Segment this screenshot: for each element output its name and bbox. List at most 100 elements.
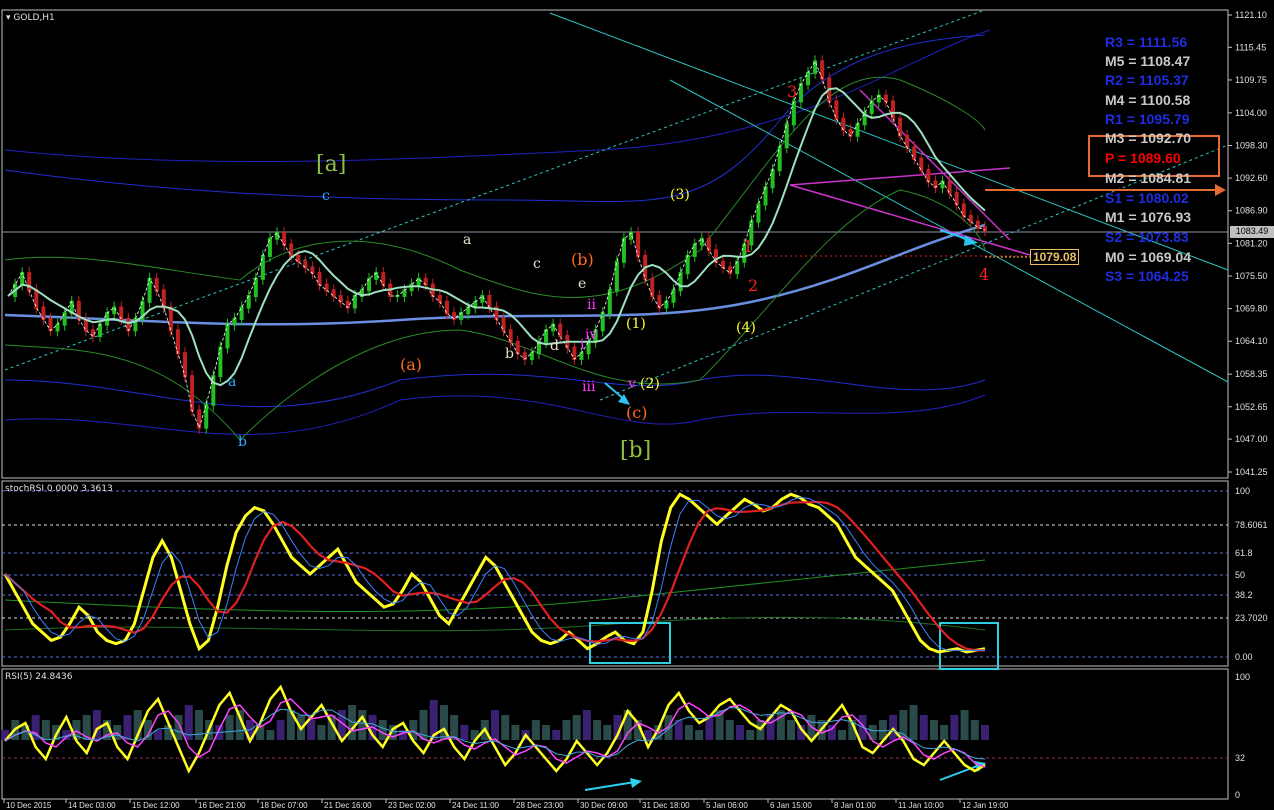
- rsi-histogram-bar: [460, 725, 469, 740]
- time-tick-label: 21 Dec 16:00: [324, 801, 372, 810]
- rsi-histogram-bar: [593, 720, 602, 740]
- time-tick-label: 18 Dec 07:00: [260, 801, 308, 810]
- price-tick-label: 1086.90: [1235, 206, 1268, 216]
- symbol-label: GOLD,H1: [13, 13, 55, 23]
- pivot-level-m5: M5 = 1108.47: [1105, 53, 1191, 69]
- rsi-histogram-bar: [684, 725, 693, 740]
- price-tick-label: 1098.30: [1235, 140, 1268, 150]
- rsi-title: RSI(5) 24.8436: [5, 672, 73, 682]
- rsi-histogram-bar: [950, 715, 959, 740]
- pivot-level-r3: R3 = 1111.56: [1105, 34, 1188, 50]
- time-tick-label: 12 Jan 19:00: [962, 801, 1009, 810]
- price-tick-label: 1064.10: [1235, 336, 1268, 346]
- wave-label: (a): [400, 355, 423, 374]
- wave-label: (3): [670, 187, 690, 203]
- price-tick-label: 1104.00: [1235, 108, 1267, 118]
- rsi-histogram-bar: [603, 725, 612, 740]
- rsi-histogram-bar: [572, 715, 581, 740]
- pivot-level-s1: S1 = 1080.02: [1105, 190, 1189, 206]
- rsi-histogram-bar: [736, 725, 744, 740]
- rsi-histogram-bar: [838, 730, 847, 740]
- wave-label: v: [628, 376, 636, 392]
- target-price-label: 1079.08: [1030, 249, 1080, 265]
- rsi-histogram-bar: [123, 715, 132, 740]
- pivot-level-s3: S3 = 1064.25: [1105, 268, 1189, 284]
- wave-label: 2: [748, 276, 759, 295]
- rsi-histogram-bar: [378, 720, 387, 740]
- pivot-level-p: P = 1089.60: [1105, 150, 1181, 166]
- pivot-level-m1: M1 = 1076.93: [1105, 209, 1192, 225]
- wave-label: ii: [587, 297, 596, 313]
- rsi-histogram-bar: [899, 710, 908, 740]
- pivot-level-m2: M2 = 1084.81: [1105, 170, 1192, 186]
- time-tick-label: 31 Dec 18:00: [642, 801, 690, 810]
- wave-label: c: [322, 188, 330, 204]
- rsi-histogram-bar: [552, 730, 561, 740]
- current-price-label: 1083.49: [1230, 226, 1274, 238]
- time-tick-label: 30 Dec 09:00: [580, 801, 628, 810]
- price-tick-label: 1047.00: [1235, 434, 1268, 444]
- wave-label: a: [228, 374, 237, 390]
- rsi-histogram-bar: [491, 710, 499, 740]
- time-tick-label: 15 Dec 12:00: [132, 801, 180, 810]
- rsi-histogram-bar: [582, 710, 591, 740]
- wave-label: b: [505, 346, 514, 362]
- rsi-level-label: 32: [1235, 753, 1245, 763]
- wave-label: 1: [743, 237, 754, 256]
- rsi-histogram-bar: [194, 710, 203, 740]
- wave-label: [a]: [316, 152, 347, 177]
- symbol-title: ▾ GOLD,H1: [6, 13, 55, 23]
- rsi-histogram-bar: [695, 730, 704, 740]
- wave-label: a: [463, 232, 472, 248]
- stochrsi-level-label: 78.6061: [1235, 520, 1268, 530]
- rsi-histogram-bar: [41, 720, 50, 740]
- price-tick-label: 1075.50: [1235, 271, 1268, 281]
- rsi-histogram-bar: [970, 720, 979, 740]
- rsi-histogram-bar: [358, 710, 367, 740]
- time-tick-label: 16 Dec 21:00: [198, 801, 246, 810]
- wave-label: d: [550, 338, 559, 354]
- wave-label: [b]: [620, 438, 652, 463]
- wave-label: (b): [571, 250, 594, 269]
- rsi-histogram-bar: [919, 715, 928, 740]
- pivot-level-s2: S2 = 1073.83: [1105, 229, 1189, 245]
- wave-label: e: [578, 276, 587, 292]
- dropdown-icon[interactable]: ▾: [6, 13, 11, 23]
- rsi-level-label: 0: [1235, 790, 1240, 800]
- rsi-histogram-bar: [542, 725, 551, 740]
- stochrsi-level-label: 61.8: [1235, 548, 1253, 558]
- pivot-level-m0: M0 = 1069.04: [1105, 249, 1192, 265]
- price-tick-label: 1041.25: [1235, 467, 1268, 477]
- rsi-histogram-bar: [981, 725, 989, 740]
- time-tick-label: 28 Dec 23:00: [516, 801, 564, 810]
- wave-label: (2): [640, 376, 660, 392]
- rsi-histogram-bar: [746, 730, 755, 740]
- rsi-histogram-bar: [787, 720, 796, 740]
- stochrsi-level-label: 38.2: [1235, 590, 1253, 600]
- rsi-histogram-bar: [725, 720, 734, 740]
- wave-label: b: [238, 434, 247, 450]
- stochrsi-level-label: 23.7020: [1235, 613, 1268, 623]
- price-tick-label: 1115.45: [1235, 42, 1266, 52]
- wave-label: iv: [585, 327, 598, 343]
- wave-label: (1): [626, 316, 646, 332]
- time-tick-label: 14 Dec 03:00: [68, 801, 116, 810]
- pivot-level-r2: R2 = 1105.37: [1105, 72, 1189, 88]
- pivot-level-m3: M3 = 1092.70: [1105, 130, 1192, 146]
- time-tick-label: 23 Dec 02:00: [388, 801, 436, 810]
- wave-label: (c): [626, 403, 648, 422]
- rsi-histogram-bar: [266, 730, 275, 740]
- rsi-histogram-bar: [929, 720, 938, 740]
- rsi-histogram-bar: [276, 720, 285, 740]
- rsi-level-label: 100: [1235, 672, 1250, 682]
- price-tick-label: 1058.35: [1235, 369, 1268, 379]
- rsi-histogram-bar: [511, 725, 520, 740]
- wave-label: i: [580, 337, 585, 353]
- stochrsi-level-label: 0.00: [1235, 652, 1253, 662]
- price-tick-label: 1109.75: [1235, 75, 1267, 85]
- wave-label: 4: [979, 265, 990, 284]
- price-tick-label: 1121.10: [1235, 10, 1267, 20]
- rsi-histogram-bar: [225, 715, 234, 740]
- wave-label: c: [533, 256, 541, 272]
- rsi-histogram-bar: [940, 725, 949, 740]
